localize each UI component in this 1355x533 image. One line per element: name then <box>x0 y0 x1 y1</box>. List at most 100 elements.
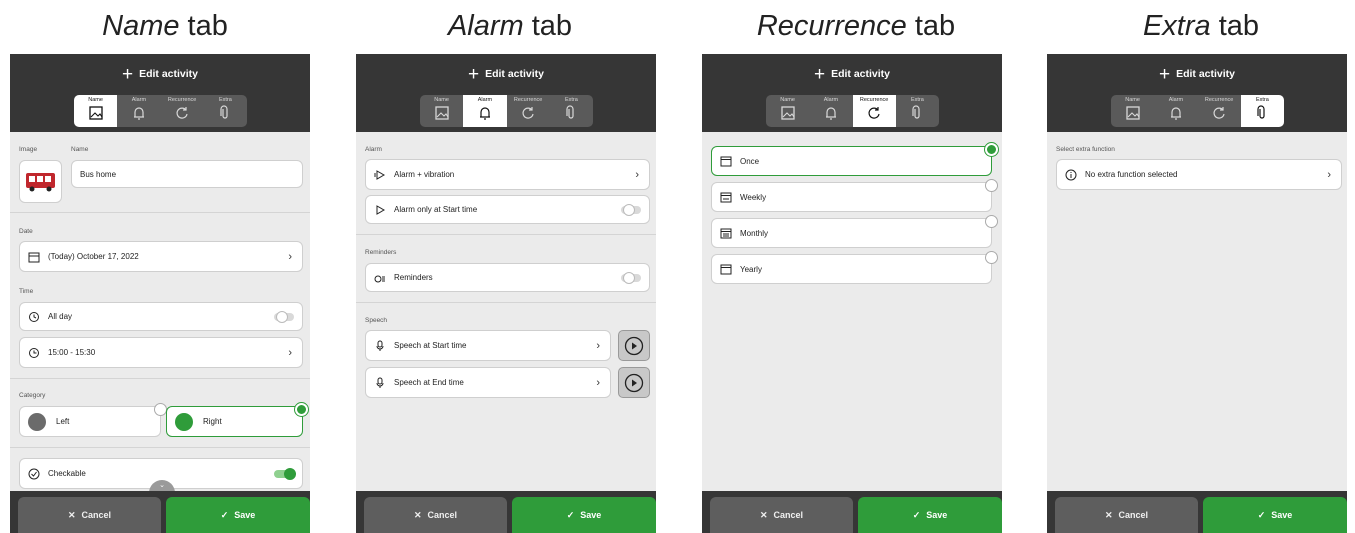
reminders-section-label: Reminders <box>365 249 397 256</box>
calendar-month-icon <box>720 228 732 239</box>
screen-recurrence-tab: + Edit activity Name Alarm Recurrence Ext… <box>702 54 1002 533</box>
cancel-button[interactable]: ✕ Cancel <box>18 497 161 533</box>
all-day-toggle[interactable] <box>274 310 294 323</box>
alarm-only-start-toggle[interactable] <box>621 203 641 216</box>
tab-alarm[interactable]: Alarm <box>117 95 160 127</box>
tab-extra[interactable]: Extra <box>204 95 247 127</box>
play-speech-start-button[interactable] <box>618 330 650 361</box>
tab-recurrence[interactable]: Recurrence <box>507 95 550 127</box>
cancel-button[interactable]: ✕ Cancel <box>1055 497 1198 533</box>
plus-icon: + <box>467 64 480 85</box>
screen-name-tab: + Edit activity Name Alarm Recurrence Ext… <box>10 54 310 533</box>
alarm-only-start-label: Alarm only at Start time <box>394 205 478 214</box>
image-icon <box>88 106 103 120</box>
recurrence-yearly-radio[interactable] <box>985 251 998 264</box>
calendar-week-icon <box>720 192 732 203</box>
tab-recurrence[interactable]: Recurrence <box>1198 95 1241 127</box>
save-button[interactable]: ✓ Save <box>166 497 310 533</box>
bottom-bar: ✕ Cancel ✓ Save <box>10 491 310 533</box>
category-left-label: Left <box>56 417 70 426</box>
cancel-button[interactable]: ✕ Cancel <box>364 497 507 533</box>
name-tab-content: Image Name Bus home Date (Today) October… <box>10 132 310 491</box>
category-right-option[interactable]: Right <box>166 406 303 437</box>
divider <box>356 302 656 303</box>
alarm-type-value: Alarm + vibration <box>394 170 455 179</box>
tab-extra[interactable]: Extra <box>550 95 593 127</box>
calendar-icon <box>720 264 732 275</box>
paperclip-icon <box>912 105 920 119</box>
time-range-field[interactable]: 15:00 - 15:30 › <box>19 337 303 368</box>
recurrence-once-option[interactable]: Once <box>711 146 992 176</box>
header-title: + Edit activity <box>1158 64 1236 85</box>
reminders-toggle[interactable] <box>621 271 641 284</box>
tab-extra[interactable]: Extra <box>1240 95 1284 127</box>
recurrence-monthly-label: Monthly <box>740 228 769 238</box>
caption-extra-tab: Extra tab <box>1142 10 1260 42</box>
checkable-toggle[interactable] <box>274 467 296 480</box>
tab-alarm[interactable]: Alarm <box>463 95 507 127</box>
category-right-dot <box>175 412 193 431</box>
paperclip-icon <box>220 105 228 119</box>
paperclip-icon <box>566 105 574 119</box>
time-label: Time <box>19 288 34 295</box>
tab-alarm[interactable]: Alarm <box>1154 95 1197 127</box>
recurrence-monthly-radio[interactable] <box>985 215 998 228</box>
alarm-only-start-row[interactable]: Alarm only at Start time <box>365 195 650 224</box>
top-bar: + Edit activity Name Alarm Recurrence Ext… <box>356 54 656 132</box>
play-speech-end-button[interactable] <box>618 367 650 398</box>
alarm-type-field[interactable]: Alarm + vibration › <box>365 159 650 190</box>
tab-alarm[interactable]: Alarm <box>809 95 852 127</box>
recurrence-weekly-option[interactable]: Weekly <box>711 182 992 212</box>
tab-name[interactable]: Name <box>1111 95 1154 127</box>
recurrence-icon <box>522 107 534 119</box>
check-icon: ✓ <box>566 509 575 520</box>
activity-image[interactable] <box>19 160 62 203</box>
recurrence-once-radio[interactable] <box>985 143 998 156</box>
close-icon: ✕ <box>759 509 768 520</box>
recurrence-monthly-option[interactable]: Monthly <box>711 218 992 248</box>
bus-icon <box>26 173 55 192</box>
recurrence-yearly-option[interactable]: Yearly <box>711 254 992 284</box>
tab-name[interactable]: Name <box>766 95 809 127</box>
tab-name[interactable]: Name <box>420 95 463 127</box>
alarm-tab-content: Alarm Alarm + vibration › Alarm only at … <box>356 132 656 491</box>
paperclip-icon <box>1257 105 1265 119</box>
all-day-row[interactable]: All day <box>19 302 303 331</box>
recurrence-weekly-radio[interactable] <box>985 179 998 192</box>
category-right-radio[interactable] <box>295 403 308 416</box>
check-icon: ✓ <box>1257 509 1266 520</box>
recurrence-icon <box>176 107 188 119</box>
tab-name[interactable]: Name <box>74 95 118 127</box>
history-clock-icon <box>29 311 39 322</box>
tab-extra[interactable]: Extra <box>896 95 939 127</box>
category-right-label: Right <box>203 417 222 426</box>
speech-start-label: Speech at Start time <box>394 341 467 350</box>
divider <box>10 447 310 448</box>
caption-alarm-tab: Alarm tab <box>447 10 573 42</box>
close-icon: ✕ <box>67 509 76 520</box>
chevron-right-icon: › <box>596 339 600 352</box>
check-icon: ✓ <box>220 509 229 520</box>
save-button[interactable]: ✓ Save <box>512 497 656 533</box>
save-button[interactable]: ✓ Save <box>1203 497 1347 533</box>
tab-recurrence[interactable]: Recurrence <box>161 95 204 127</box>
name-input[interactable]: Bus home <box>71 160 303 188</box>
reminders-row[interactable]: Reminders <box>365 263 650 292</box>
tab-bar: Name Alarm Recurrence Extra <box>420 95 593 127</box>
tab-recurrence[interactable]: Recurrence <box>852 95 896 127</box>
reminders-label: Reminders <box>394 273 433 282</box>
speech-end-field[interactable]: Speech at End time › <box>365 367 611 398</box>
cancel-button[interactable]: ✕ Cancel <box>710 497 853 533</box>
tab-bar: Name Alarm Recurrence Extra <box>1111 95 1284 127</box>
all-day-label: All day <box>48 312 73 321</box>
date-field[interactable]: (Today) October 17, 2022 › <box>19 241 303 272</box>
category-left-option[interactable]: Left <box>19 406 161 437</box>
top-bar: + Edit activity Name Alarm Recurrence Ext… <box>10 54 310 132</box>
caption-recurrence-tab: Recurrence tab <box>756 10 956 42</box>
save-button[interactable]: ✓ Save <box>858 497 1002 533</box>
date-label: Date <box>19 228 33 235</box>
extra-function-field[interactable]: No extra function selected › <box>1056 159 1342 190</box>
alarm-bell-icon <box>479 107 490 120</box>
recurrence-yearly-label: Yearly <box>740 264 762 274</box>
speech-start-field[interactable]: Speech at Start time › <box>365 330 611 361</box>
